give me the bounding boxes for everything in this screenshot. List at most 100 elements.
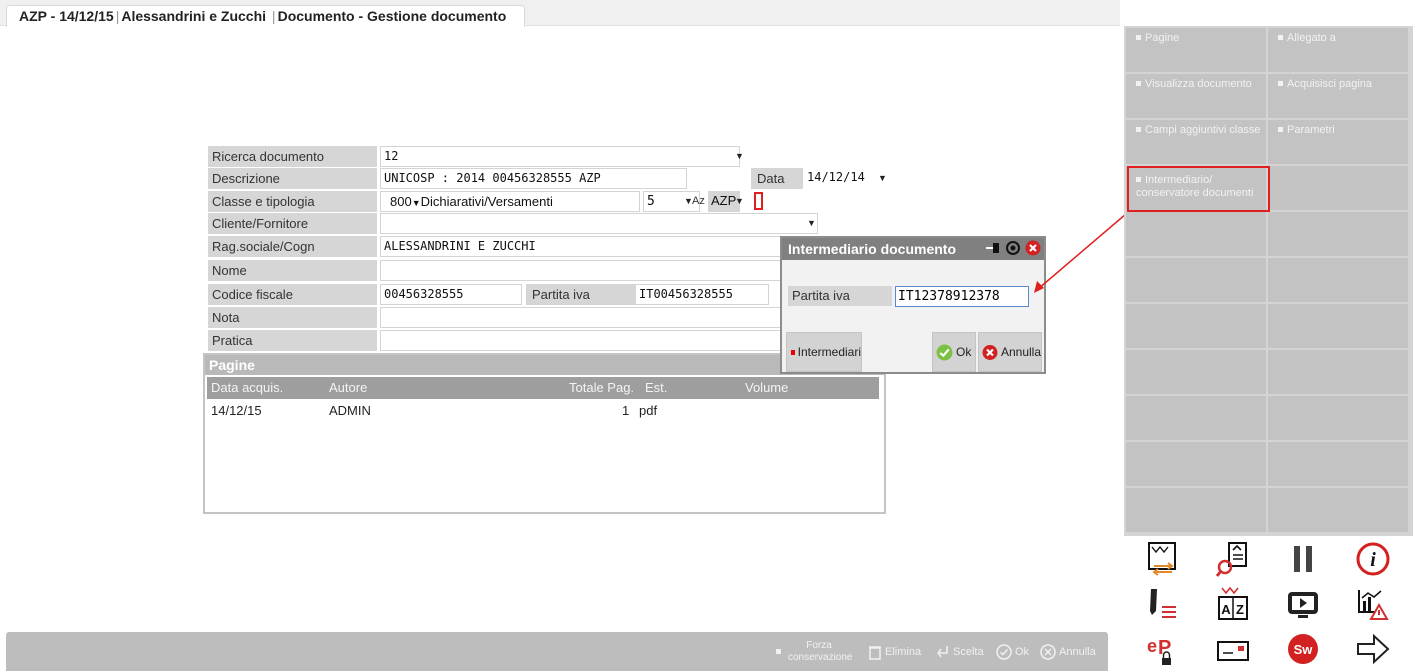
- sw-icon: Sw: [1288, 633, 1318, 664]
- col-autore[interactable]: Autore: [329, 377, 367, 399]
- empty-button-8: [1126, 350, 1266, 394]
- grid-header: Data acquis. Autore Totale Pag. Est. Vol…: [207, 377, 879, 399]
- sw-cell[interactable]: Sw: [1268, 628, 1338, 669]
- row-nome: Nome: [208, 260, 818, 282]
- pagine-button[interactable]: Pagine: [1126, 28, 1266, 72]
- classe-code: 800: [390, 194, 412, 209]
- bottom-toolbar: Forza conservazione Elimina Scelta Ok An…: [6, 632, 1108, 671]
- edit-list-cell[interactable]: [1128, 583, 1198, 624]
- pagine-button-label: Pagine: [1145, 32, 1180, 44]
- piva-label: Partita iva: [526, 284, 635, 305]
- nota-label: Nota: [208, 307, 377, 328]
- elimina-label: Elimina: [885, 645, 922, 658]
- dialog-piva-label: Partita iva: [788, 286, 892, 306]
- az-dropdown-icon[interactable]: ▼: [735, 196, 744, 206]
- visualizza-button[interactable]: Visualizza documento: [1126, 74, 1266, 118]
- descrizione-field[interactable]: UNICOSP : 2014 00456328555 AZP: [380, 168, 687, 189]
- play-cell[interactable]: [1268, 583, 1338, 624]
- radio-icon[interactable]: [1005, 240, 1021, 256]
- pratica-field[interactable]: [380, 330, 818, 351]
- annulla-button[interactable]: Annulla: [978, 332, 1042, 372]
- cliente-field[interactable]: [380, 213, 818, 234]
- cliente-dropdown-icon[interactable]: ▼: [807, 218, 816, 228]
- nome-label: Nome: [208, 260, 377, 281]
- classe-dropdown-icon[interactable]: ▼: [412, 198, 421, 208]
- sort-az-icon: AZ: [1218, 586, 1248, 620]
- sort-az-cell[interactable]: AZ: [1198, 583, 1268, 624]
- classe-field[interactable]: 800▼Dichiarativi/Versamenti: [380, 191, 640, 212]
- codfisc-field[interactable]: 00456328555: [380, 284, 522, 305]
- ricerca-label: Ricerca documento: [208, 146, 377, 167]
- trash-icon: [869, 645, 881, 660]
- ragsoc-label: Rag.sociale/Cogn: [208, 236, 377, 257]
- card-icon: [1217, 640, 1249, 661]
- scelta-label: Scelta: [953, 645, 984, 658]
- nota-field[interactable]: [380, 307, 818, 328]
- ricerca-dropdown-icon[interactable]: ▼: [735, 151, 744, 161]
- bottom-ok-button[interactable]: Ok: [996, 632, 1038, 671]
- ok-button[interactable]: Ok: [932, 332, 976, 372]
- col-data[interactable]: Data acquis.: [211, 377, 283, 399]
- row-codfisc: Codice fiscale 00456328555 Partita iva I…: [208, 284, 818, 306]
- visualizza-button-label: Visualizza documento: [1145, 78, 1252, 90]
- parametri-button[interactable]: Parametri: [1268, 120, 1408, 164]
- transfer-cell[interactable]: [1128, 538, 1198, 579]
- check-icon: [936, 344, 953, 360]
- dialog-title: Intermediario documento: [788, 241, 957, 257]
- pointer-arrow: [1034, 207, 1134, 293]
- pause-cell[interactable]: [1268, 538, 1338, 579]
- empty-button-12: [1126, 442, 1266, 486]
- card-cell[interactable]: [1198, 628, 1268, 669]
- check-circle-icon: [996, 643, 1012, 660]
- scelta-button[interactable]: Scelta: [934, 632, 994, 671]
- row-classe: Classe e tipologia 800▼Dichiarativi/Vers…: [208, 191, 818, 213]
- data-label: Data: [751, 168, 803, 189]
- ep-lock-cell[interactable]: eP: [1128, 628, 1198, 669]
- dialog-title-bar[interactable]: Intermediario documento: [782, 238, 1044, 260]
- table-row[interactable]: 14/12/15 ADMIN 1 pdf: [207, 401, 879, 421]
- empty-button-6: [1126, 304, 1266, 348]
- acquisisci-button[interactable]: Acquisisci pagina: [1268, 74, 1408, 118]
- search-page-cell[interactable]: [1198, 538, 1268, 579]
- ragsoc-field[interactable]: ALESSANDRINI E ZUCCHI: [380, 236, 818, 257]
- svg-text:A: A: [1221, 602, 1231, 617]
- row-descrizione: Descrizione UNICOSP : 2014 00456328555 A…: [208, 168, 887, 190]
- company-code: AZP - 14/12/15: [19, 8, 114, 24]
- title-tab[interactable]: AZP - 14/12/15 | Alessandrini e Zucchi | Do…: [6, 5, 526, 27]
- piva-field[interactable]: IT00456328555: [635, 284, 769, 305]
- dialog-piva-field[interactable]: IT12378912378: [895, 286, 1029, 307]
- enter-icon: [937, 645, 948, 657]
- title-bar: AZP - 14/12/15 | Alessandrini e Zucchi | Do…: [0, 0, 1120, 27]
- intermediari-button[interactable]: Intermediari: [786, 332, 862, 372]
- pin-icon[interactable]: [985, 240, 1001, 256]
- row-pratica: Pratica: [208, 330, 818, 352]
- transfer-icon: [1148, 541, 1176, 576]
- arrow-right-icon: [1357, 633, 1390, 664]
- bottom-annulla-label: Annulla: [1059, 645, 1096, 658]
- col-est[interactable]: Est.: [645, 377, 667, 399]
- nome-field[interactable]: [380, 260, 818, 281]
- chart-warning-cell[interactable]: [1338, 583, 1408, 624]
- allegato-button[interactable]: Allegato a: [1268, 28, 1408, 72]
- forza-conservazione-button[interactable]: Forza conservazione: [776, 632, 868, 671]
- bottom-annulla-button[interactable]: Annulla: [1040, 632, 1106, 671]
- x-circle-icon: [1040, 643, 1056, 660]
- intermediario-dialog: Intermediario documento Partita iva IT12…: [780, 236, 1046, 374]
- svg-text:i: i: [1370, 549, 1376, 571]
- bullet-icon: [791, 349, 795, 355]
- svg-text:e: e: [1147, 636, 1157, 656]
- intermediari-label: Intermediari: [797, 345, 861, 359]
- col-volume[interactable]: Volume: [745, 377, 788, 399]
- empty-button-15: [1268, 488, 1408, 532]
- row-cliente: Cliente/Fornitore ▼: [208, 213, 818, 235]
- campi-button[interactable]: Campi aggiuntivi classe: [1126, 120, 1266, 164]
- info-cell[interactable]: i: [1338, 538, 1408, 579]
- elimina-button[interactable]: Elimina: [868, 632, 930, 671]
- data-field[interactable]: 14/12/14: [804, 168, 886, 189]
- ricerca-field[interactable]: 12: [380, 146, 740, 167]
- col-totale[interactable]: Totale Pag.: [569, 377, 634, 399]
- empty-button-2: [1126, 212, 1266, 256]
- cliente-label: Cliente/Fornitore: [208, 213, 377, 234]
- arrow-right-cell[interactable]: [1338, 628, 1408, 669]
- data-dropdown-icon[interactable]: ▼: [878, 173, 887, 183]
